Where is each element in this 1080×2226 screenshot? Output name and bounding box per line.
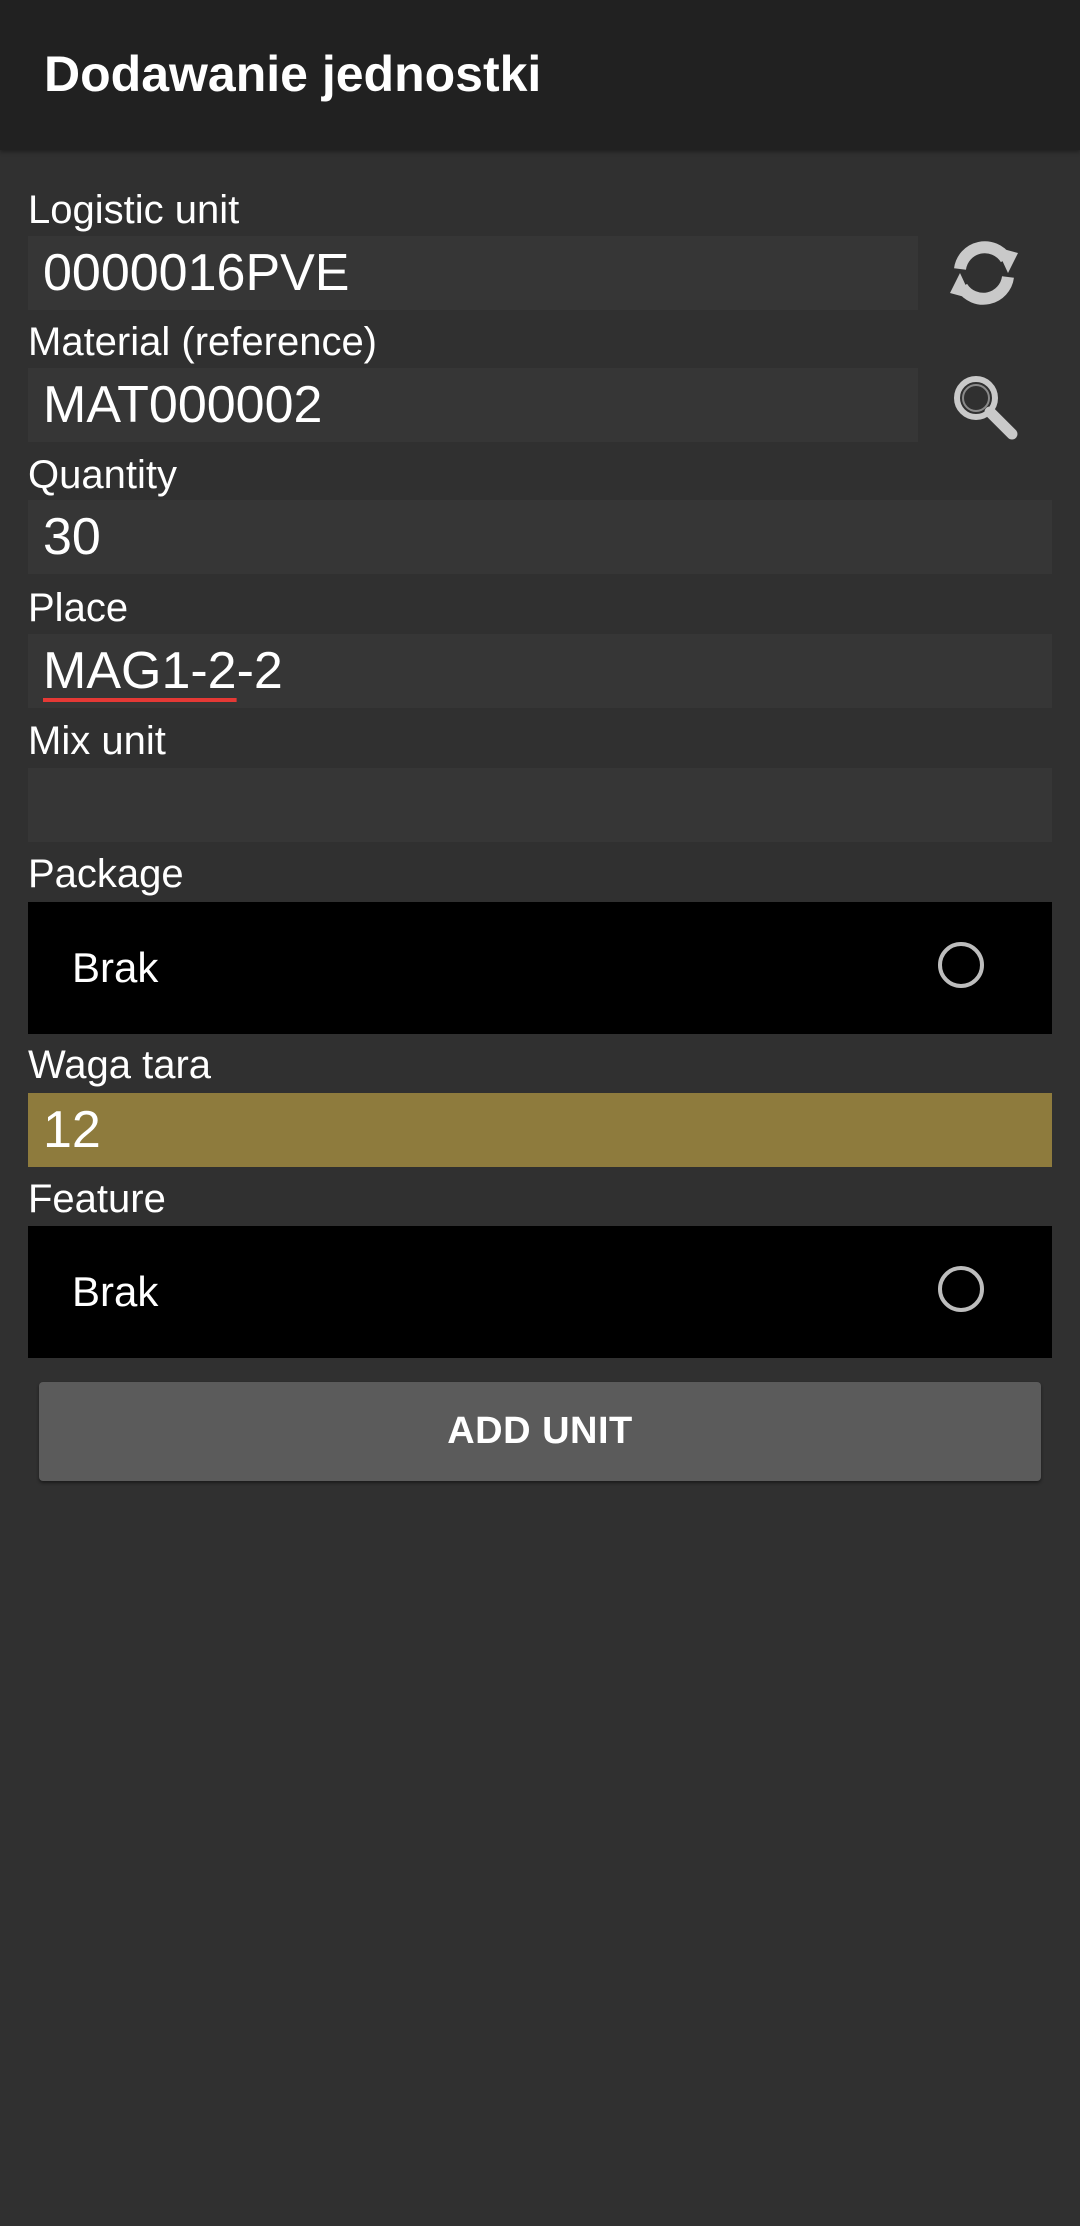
feature-selected-value: Brak (72, 1268, 159, 1315)
quantity-input[interactable]: 30 (28, 500, 1052, 574)
feature-select[interactable]: Brak (28, 1226, 1052, 1358)
material-input[interactable]: MAT000002 (28, 368, 918, 442)
place-value-rest: -2 (236, 642, 283, 700)
quantity-label: Quantity (28, 453, 177, 497)
place-label: Place (28, 586, 129, 630)
feature-radio-icon[interactable] (938, 1266, 984, 1312)
app-bar: Dodawanie jednostki (0, 0, 1080, 150)
waga-tara-input[interactable]: 12 (28, 1093, 1052, 1167)
logistic-unit-label: Logistic unit (28, 188, 240, 232)
feature-label: Feature (28, 1177, 166, 1221)
package-selected-value: Brak (72, 944, 159, 991)
package-radio-icon[interactable] (938, 942, 984, 988)
place-input[interactable]: MAG1-2-2 (28, 634, 1052, 708)
logistic-unit-input[interactable]: 0000016PVE (28, 236, 918, 310)
mix-unit-input[interactable] (28, 768, 1052, 842)
page-title: Dodawanie jednostki (44, 46, 542, 102)
mix-unit-label: Mix unit (28, 719, 166, 763)
material-label: Material (reference) (28, 320, 378, 364)
package-label: Package (28, 852, 184, 896)
add-unit-button[interactable]: ADD UNIT (39, 1382, 1041, 1481)
package-select[interactable]: Brak (28, 902, 1052, 1034)
place-value-misspelled: MAG1-2 (43, 642, 237, 700)
search-icon[interactable] (936, 358, 1032, 454)
refresh-icon[interactable] (936, 225, 1032, 321)
waga-tara-label: Waga tara (28, 1043, 212, 1087)
